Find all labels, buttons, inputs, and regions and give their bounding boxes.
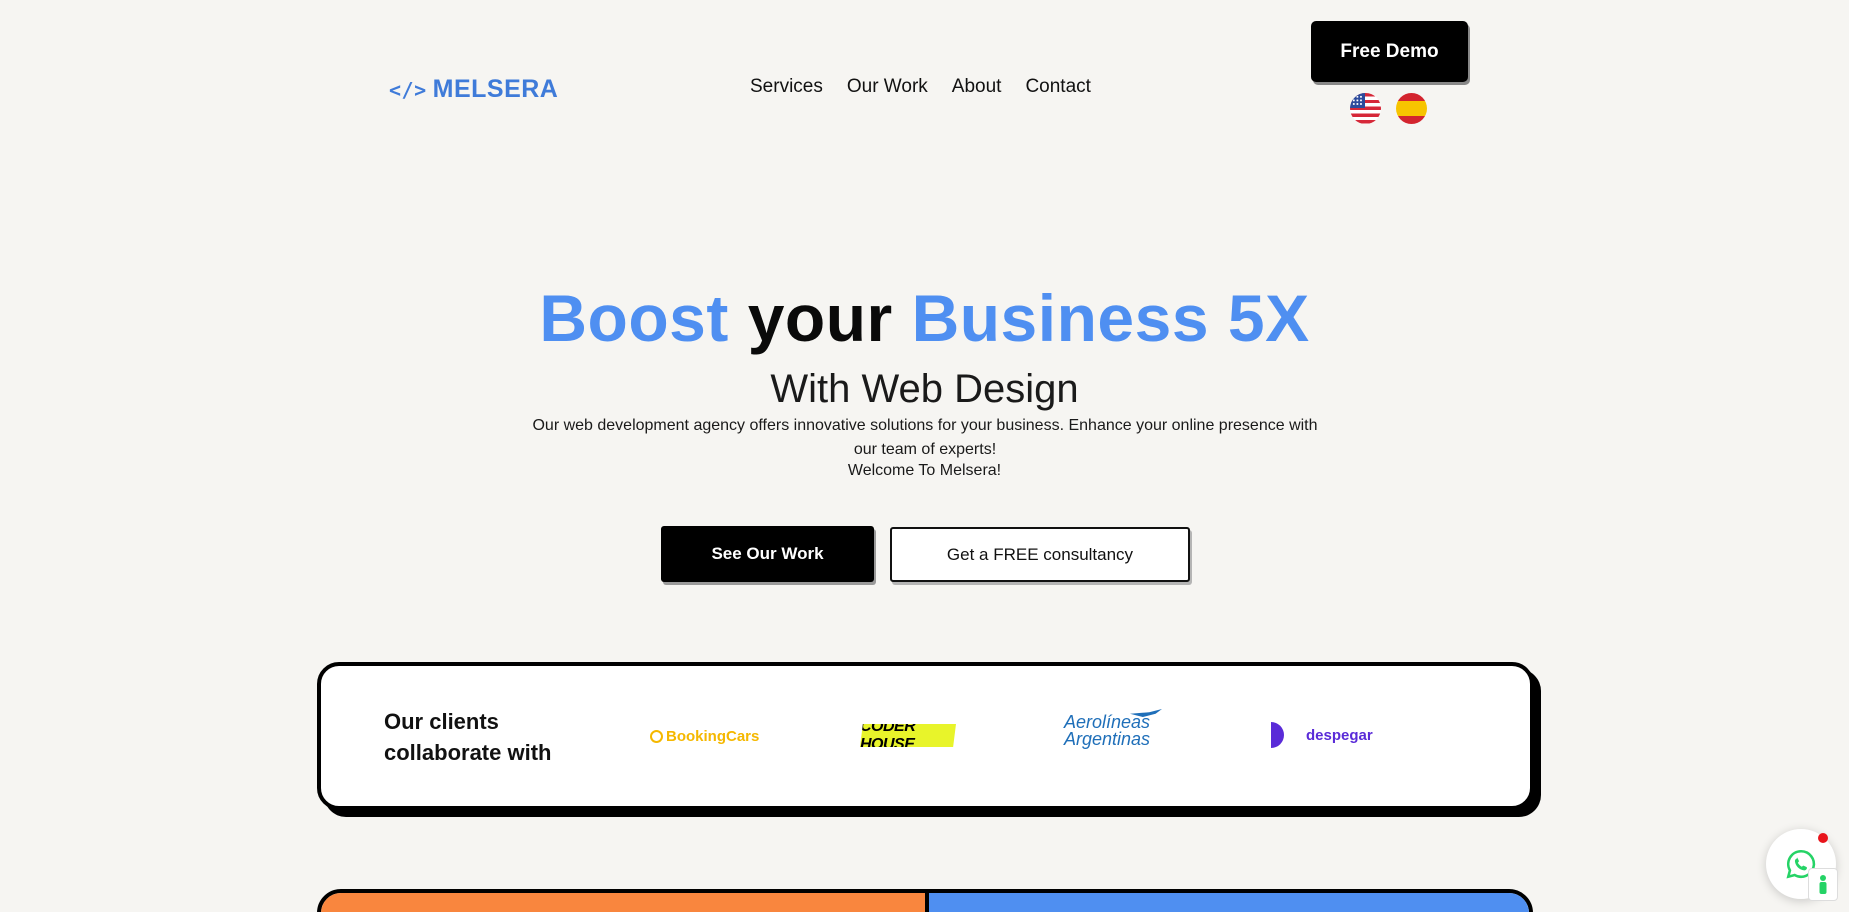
nav-contact[interactable]: Contact	[1025, 76, 1090, 98]
bookingcars-text: BookingCars	[666, 728, 760, 745]
clients-title-line2: collaborate with	[384, 740, 552, 765]
main-nav: Services Our Work About Contact	[750, 76, 1091, 98]
accessibility-icon	[1819, 874, 1827, 894]
hero-description: Our web development agency offers innova…	[532, 417, 1318, 458]
hero-title-boost: Boost	[539, 281, 729, 355]
notification-dot	[1818, 833, 1828, 843]
hero-title: Boost your Business 5X	[0, 280, 1849, 356]
see-our-work-button[interactable]: See Our Work	[661, 526, 874, 582]
despegar-logo: despegar	[1271, 722, 1373, 748]
clients-title-line1: Our clients	[384, 709, 499, 734]
despegar-text: despegar	[1306, 726, 1373, 744]
hero-subtitle: With Web Design	[770, 367, 1079, 411]
nav-our-work[interactable]: Our Work	[847, 76, 928, 98]
aerolineas-argentinas-logo: Aerolíneas Argentinas	[1064, 709, 1168, 749]
hero-welcome: Welcome To Melsera!	[847, 462, 1002, 479]
clients-title: Our clients collaborate with	[384, 706, 584, 768]
bookingcars-logo: BookingCars	[650, 728, 759, 745]
orange-card	[321, 893, 929, 912]
accessibility-button[interactable]	[1808, 868, 1838, 901]
aerolineas-line2: Argentinas	[1064, 729, 1151, 749]
nav-services[interactable]: Services	[750, 76, 823, 98]
hero-title-your: your	[747, 281, 893, 355]
free-consultancy-button[interactable]: Get a FREE consultancy	[890, 527, 1190, 582]
logo-text: MELSERA	[432, 75, 559, 103]
free-demo-button[interactable]: Free Demo	[1311, 21, 1468, 82]
hero-title-business: Business 5X	[911, 281, 1310, 355]
spain-flag-icon[interactable]	[1396, 93, 1427, 124]
despegar-mark-icon	[1271, 722, 1299, 748]
us-flag-icon[interactable]	[1350, 93, 1381, 124]
nav-about[interactable]: About	[952, 76, 1002, 98]
logo[interactable]: </> MELSERA	[389, 75, 558, 104]
code-bracket-icon: </>	[389, 77, 427, 102]
services-cards-preview	[317, 889, 1533, 912]
blue-card	[929, 893, 1529, 912]
bookingcars-mark-icon	[650, 730, 663, 743]
coderhouse-logo: CODER HOUSE	[860, 724, 956, 747]
